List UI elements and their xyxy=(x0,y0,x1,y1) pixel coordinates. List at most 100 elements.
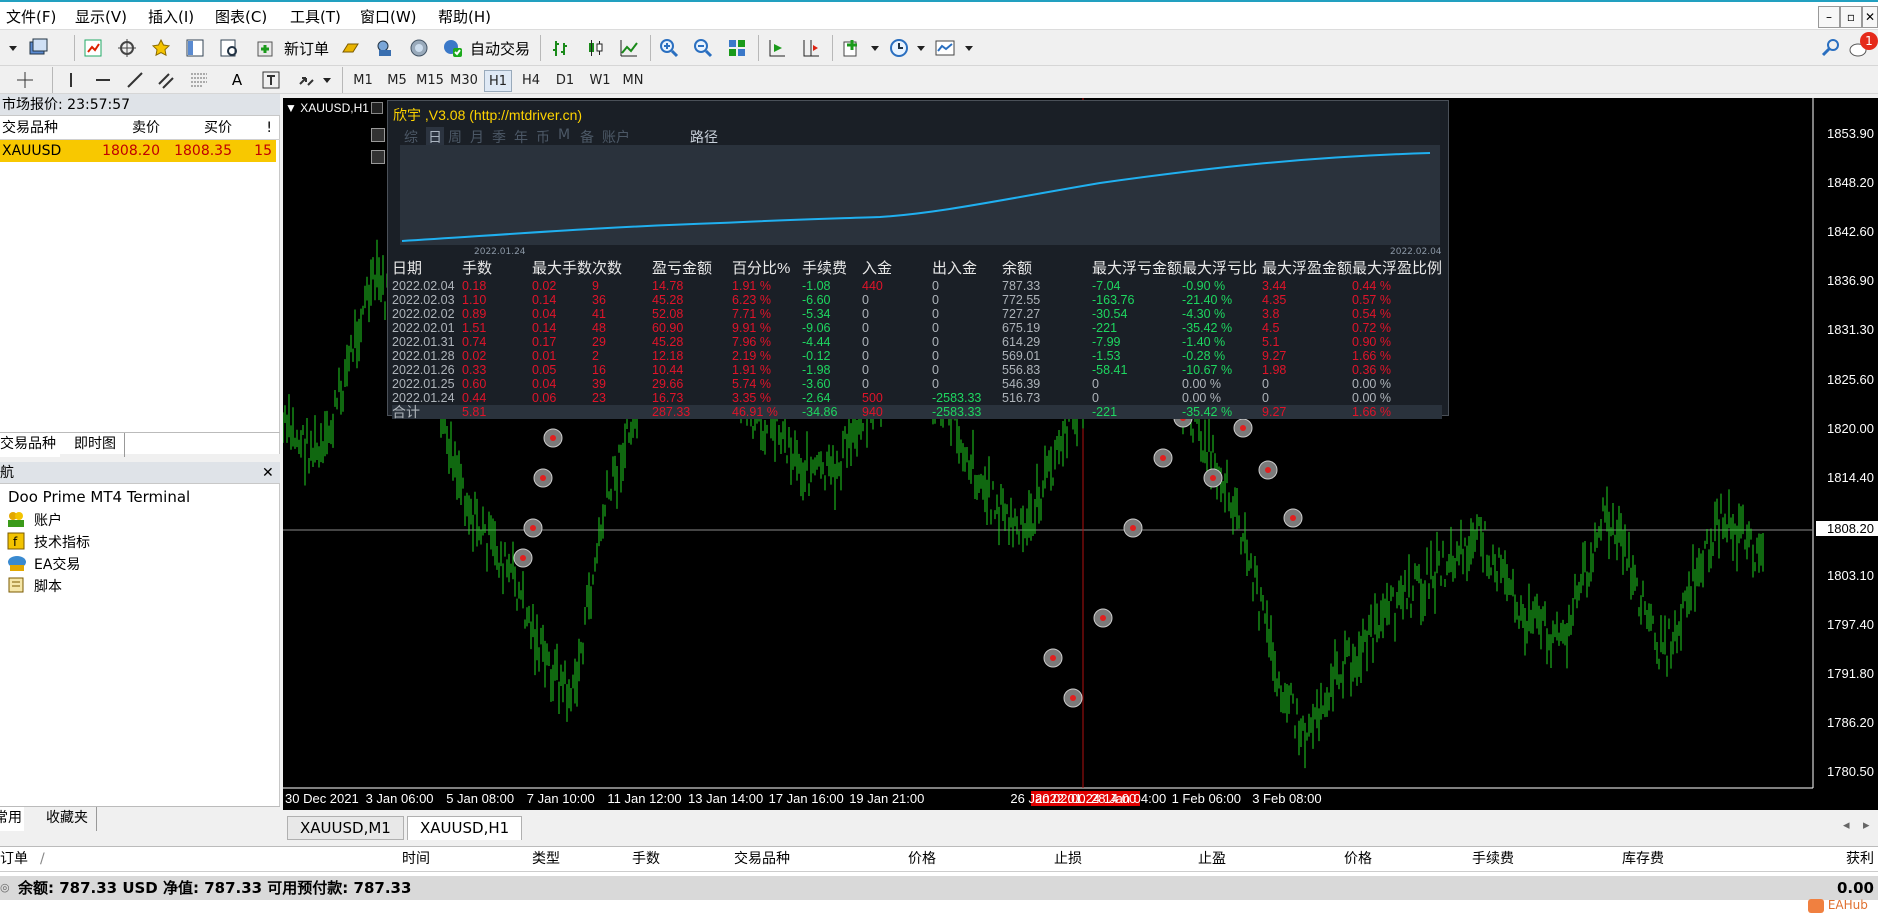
crosshair-cursor-icon[interactable] xyxy=(12,67,38,93)
dropdown-arrow-icon[interactable] xyxy=(314,67,340,93)
tab-xauusd-m1[interactable]: XAUUSD,M1 xyxy=(287,816,404,840)
trendline-icon[interactable] xyxy=(122,67,148,93)
col-time[interactable]: 时间 xyxy=(280,847,430,871)
vertical-line-icon[interactable] xyxy=(58,67,84,93)
nav-item-scripts[interactable]: 脚本 xyxy=(34,576,62,596)
zoom-out-icon[interactable] xyxy=(690,35,716,61)
menu-charts[interactable]: 图表(C) xyxy=(215,6,267,27)
fibonacci-icon[interactable] xyxy=(186,67,212,93)
col-swap[interactable]: 库存费 xyxy=(1524,847,1664,871)
menu-tools[interactable]: 工具(T) xyxy=(290,6,341,27)
text-icon[interactable]: A xyxy=(224,67,250,93)
restore-button[interactable]: ▫ xyxy=(1840,6,1862,28)
auto-trading-icon[interactable] xyxy=(440,35,466,61)
terminal-root[interactable]: Doo Prime MT4 Terminal xyxy=(8,488,190,506)
tab-note[interactable]: 备 xyxy=(580,127,594,147)
profiles-icon[interactable] xyxy=(26,35,52,61)
col-symbol[interactable]: 交易品种 xyxy=(2,116,58,140)
dropdown-arrow-icon[interactable] xyxy=(862,35,888,61)
horizontal-line-icon[interactable] xyxy=(90,67,116,93)
scroll-left-icon[interactable]: ◂ xyxy=(1843,818,1850,833)
dropdown-arrow-icon[interactable] xyxy=(908,35,934,61)
candlestick-icon[interactable] xyxy=(582,35,608,61)
timeframe-m5[interactable]: M5 xyxy=(384,70,410,92)
col-stop-loss[interactable]: 止损 xyxy=(946,847,1082,871)
col-current-price[interactable]: 价格 xyxy=(1236,847,1372,871)
minimize-button[interactable]: – xyxy=(1818,6,1840,28)
timeframe-d1[interactable]: D1 xyxy=(552,70,578,92)
tab-daily[interactable]: 日 xyxy=(426,127,444,147)
chart-minimize-icon[interactable] xyxy=(371,102,383,114)
search-icon[interactable] xyxy=(1818,35,1844,61)
col-ask[interactable]: 买价 xyxy=(164,116,232,140)
nav-item-accounts[interactable]: 账户 xyxy=(34,510,62,530)
menu-view[interactable]: 显示(V) xyxy=(75,6,127,27)
crosshair-icon[interactable] xyxy=(114,35,140,61)
tile-windows-icon[interactable] xyxy=(724,35,750,61)
col-volume[interactable]: 手数 xyxy=(570,847,660,871)
menu-help[interactable]: 帮助(H) xyxy=(438,6,491,27)
timeframe-h4[interactable]: H4 xyxy=(518,70,544,92)
tab-favorites[interactable]: 收藏夹 xyxy=(38,807,97,831)
favorites-icon[interactable] xyxy=(148,35,174,61)
tab-quarterly[interactable]: 季 xyxy=(492,127,506,147)
strategy-tester-icon[interactable] xyxy=(216,35,242,61)
symbol-row[interactable]: XAUUSD 1808.20 1808.35 15 xyxy=(0,140,276,162)
col-type[interactable]: 类型 xyxy=(440,847,560,871)
tab-common[interactable]: 常用 xyxy=(0,807,24,831)
timeframe-w1[interactable]: W1 xyxy=(586,70,614,92)
market-watch-icon[interactable] xyxy=(80,35,106,61)
menu-file[interactable]: 文件(F) xyxy=(6,6,56,27)
col-profit[interactable]: 获利 xyxy=(1820,847,1874,871)
equidistant-channel-icon[interactable] xyxy=(154,67,180,93)
tab-monthly[interactable]: 月 xyxy=(470,127,484,147)
nav-item-indicators[interactable]: 技术指标 xyxy=(34,532,90,552)
col-order[interactable]: 订单 xyxy=(0,847,28,871)
timeframe-h1[interactable]: H1 xyxy=(484,70,512,92)
panel-toggle-icon[interactable] xyxy=(371,128,385,142)
timeframe-m1[interactable]: M1 xyxy=(350,70,376,92)
auto-trading-button[interactable]: 自动交易 xyxy=(470,38,530,59)
new-order-button[interactable]: 新订单 xyxy=(284,38,329,59)
tab-xauusd-h1[interactable]: XAUUSD,H1 xyxy=(407,816,523,840)
col-bid[interactable]: 卖价 xyxy=(92,116,160,140)
templates-icon[interactable] xyxy=(932,35,958,61)
menu-window[interactable]: 窗口(W) xyxy=(360,6,417,27)
tab-weekly[interactable]: 周 xyxy=(448,127,462,147)
col-symbol[interactable]: 交易品种 xyxy=(670,847,790,871)
signals-icon[interactable] xyxy=(372,35,398,61)
bar-chart-icon[interactable] xyxy=(548,35,574,61)
col-take-profit[interactable]: 止盈 xyxy=(1090,847,1226,871)
menu-insert[interactable]: 插入(I) xyxy=(148,6,194,27)
line-chart-icon[interactable] xyxy=(616,35,642,61)
tab-magic[interactable]: M xyxy=(558,127,570,143)
gold-icon[interactable] xyxy=(338,35,364,61)
tab-currency[interactable]: 币 xyxy=(536,127,550,147)
tab-summary[interactable]: 综 xyxy=(404,127,418,147)
zoom-in-icon[interactable] xyxy=(656,35,682,61)
tab-yearly[interactable]: 年 xyxy=(514,127,528,147)
scroll-right-icon[interactable]: ▸ xyxy=(1863,818,1870,833)
balance-row[interactable]: ◎ 余额: 787.33 USD 净值: 787.33 可用预付款: 787.3… xyxy=(0,876,1878,900)
text-label-icon[interactable] xyxy=(258,67,284,93)
timeframe-m15[interactable]: M15 xyxy=(414,70,446,92)
timeframe-mn[interactable]: MN xyxy=(618,70,648,92)
auto-scroll-icon[interactable] xyxy=(764,35,790,61)
col-spread[interactable]: ! xyxy=(236,116,272,140)
dropdown-arrow-icon[interactable] xyxy=(0,35,26,61)
timeframe-m30[interactable]: M30 xyxy=(448,70,480,92)
col-commission[interactable]: 手续费 xyxy=(1380,847,1514,871)
nav-item-expert-advisors[interactable]: EA交易 xyxy=(34,554,80,574)
navigator-icon[interactable] xyxy=(182,35,208,61)
col-price[interactable]: 价格 xyxy=(800,847,936,871)
market-icon[interactable] xyxy=(406,35,432,61)
tab-symbols[interactable]: 交易品种 xyxy=(0,433,60,457)
chart-shift-icon[interactable] xyxy=(798,35,824,61)
dropdown-arrow-icon[interactable] xyxy=(956,35,982,61)
close-icon[interactable]: ✕ xyxy=(262,462,274,484)
close-button[interactable]: ✕ xyxy=(1862,6,1878,28)
tab-path[interactable]: 路径 xyxy=(690,127,718,147)
panel-toggle-icon[interactable] xyxy=(371,150,385,164)
tab-tick-chart[interactable]: 即时图 xyxy=(66,433,125,457)
new-order-icon[interactable] xyxy=(252,35,278,61)
